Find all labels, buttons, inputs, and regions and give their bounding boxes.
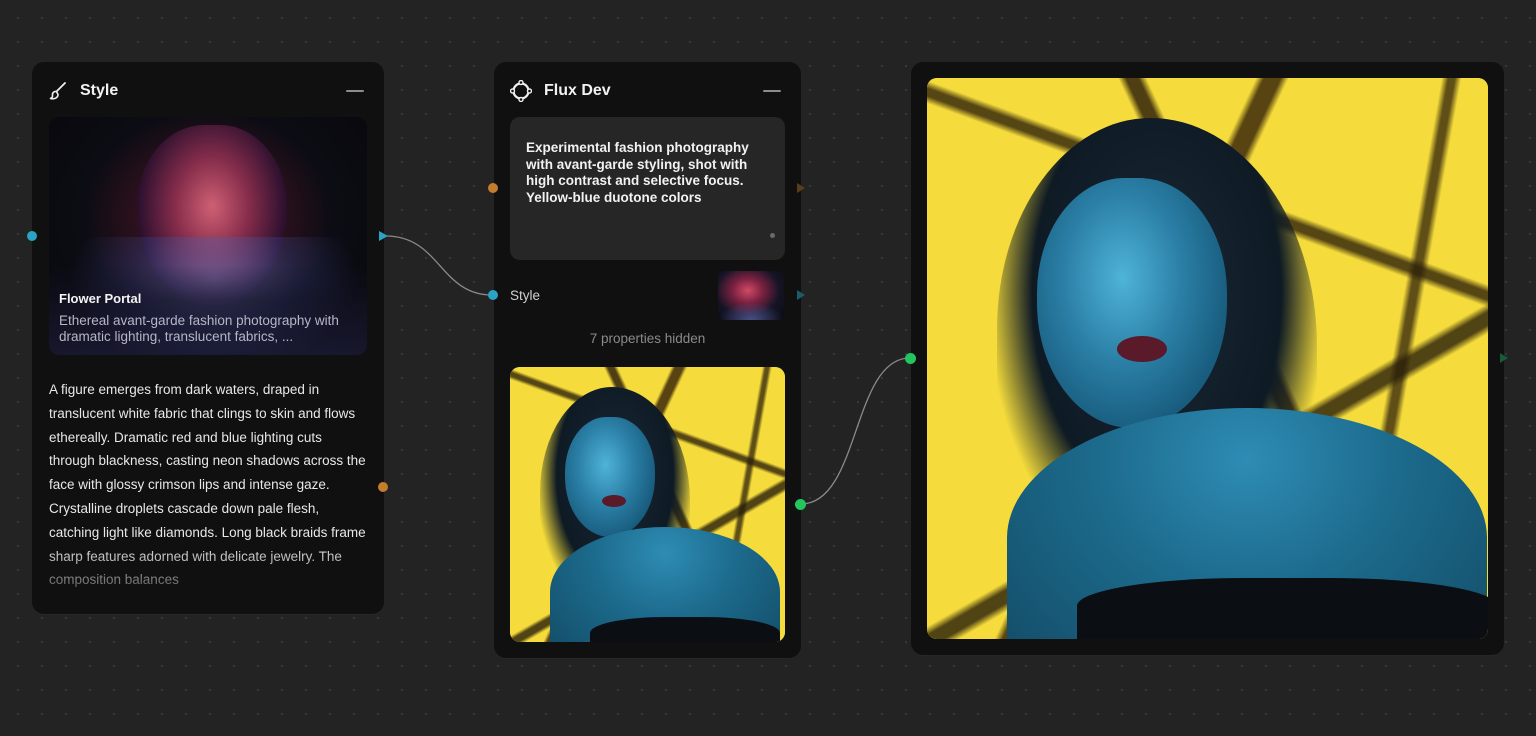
hidden-properties-toggle[interactable]: 7 properties hidden [494,331,801,346]
image-garment [1077,578,1488,639]
flux-prompt-output-handle[interactable] [797,183,805,193]
output-input-handle[interactable] [905,353,916,364]
edge-flux-to-output [800,357,911,505]
output-image[interactable] [927,78,1488,639]
style-description: A figure emerges from dark waters, drape… [49,382,366,588]
prompt-text: Experimental fashion photography with av… [526,140,749,205]
flux-style-output-handle[interactable] [797,290,805,300]
edge-style-to-flux [385,235,493,296]
output-output-handle[interactable] [1500,353,1508,363]
flux-dev-node[interactable]: Flux Dev Experimental fashion photograph… [494,62,801,658]
style-node[interactable]: Style Flower Portal Ethereal avant-garde… [32,62,384,614]
style-preset-card[interactable]: Flower Portal Ethereal avant-garde fashi… [49,117,367,355]
image-lips [1117,336,1167,362]
style-node-title: Style [80,82,119,99]
style-output-handle[interactable] [379,231,388,241]
style-node-header[interactable]: Style [48,62,368,120]
flux-logo-icon [510,80,532,102]
style-card-description: Ethereal avant-garde fashion photography… [59,313,339,344]
collapse-button[interactable] [763,90,781,92]
style-input-label: Style [510,288,541,303]
flux-node-header[interactable]: Flux Dev [510,62,785,120]
flux-style-input-handle[interactable] [488,290,498,300]
flux-node-title: Flux Dev [544,82,611,99]
image-lips [602,495,626,507]
image-face [565,417,655,537]
style-input-handle[interactable] [27,231,37,241]
flux-image-output-handle[interactable] [795,499,806,510]
brush-icon [49,82,66,100]
image-garment [590,617,780,642]
generated-image-preview[interactable] [510,367,785,642]
output-image-node[interactable] [911,62,1504,655]
style-output-handle-secondary[interactable] [378,482,388,492]
resize-handle-icon[interactable] [770,233,775,238]
flux-prompt-input-handle[interactable] [488,183,498,193]
image-face [1037,178,1227,428]
style-card-title: Flower Portal [59,291,142,306]
style-thumbnail[interactable] [718,271,784,320]
node-canvas[interactable]: Style Flower Portal Ethereal avant-garde… [0,0,1536,736]
collapse-button[interactable] [346,90,364,92]
prompt-textarea[interactable]: Experimental fashion photography with av… [510,117,785,260]
